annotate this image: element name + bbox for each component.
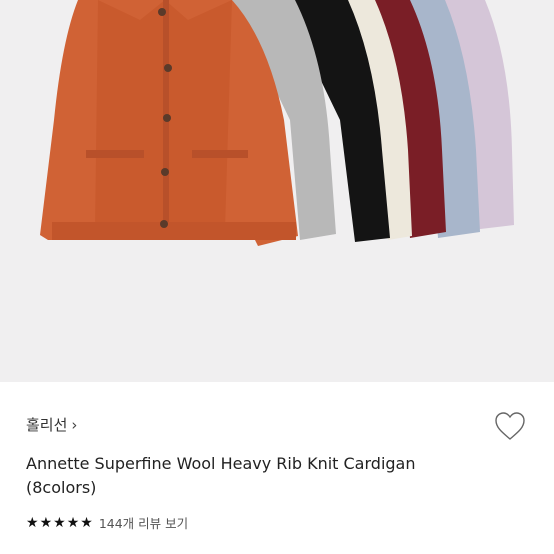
star-icon: ★ (66, 514, 80, 531)
star-icon: ★ (39, 514, 53, 531)
star-icon: ★ (26, 514, 39, 531)
heart-outline-icon[interactable] (493, 410, 527, 442)
product-image[interactable] (0, 0, 554, 382)
brand-name: 홀리선 (26, 416, 68, 434)
brand-link[interactable]: 홀리선 › (26, 414, 77, 435)
product-info: 홀리선 › Annette Superfine Wool Heavy Rib K… (0, 382, 554, 554)
cardigan-stack-illustration (40, 0, 514, 246)
star-icon: ★ (53, 514, 66, 531)
chevron-right-icon: › (71, 415, 78, 434)
product-title: Annette Superfine Wool Heavy Rib Knit Ca… (26, 454, 416, 497)
rating-row: ★ ★ ★ ★ ★ 144개 리뷰 보기 (26, 513, 188, 532)
rating-stars: ★ ★ ★ ★ ★ (26, 515, 93, 531)
review-count-link[interactable]: 144개 리뷰 보기 (99, 513, 188, 532)
star-icon: ★ (80, 514, 93, 531)
